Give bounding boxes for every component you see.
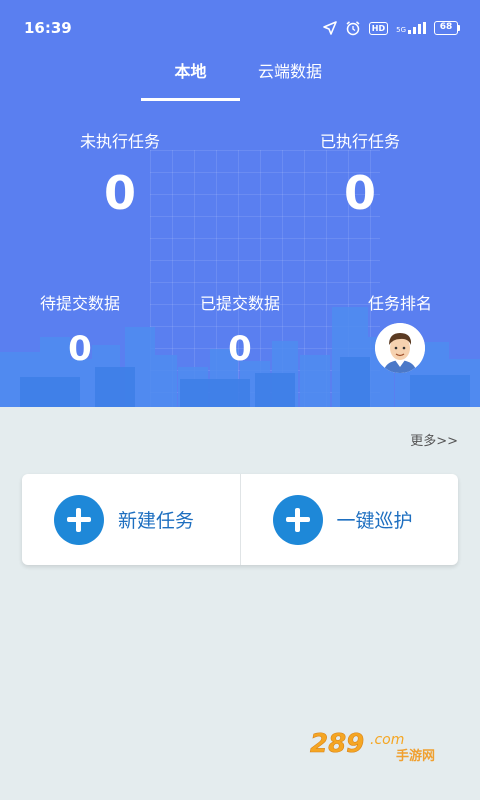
stat-task-ranking[interactable]: 任务排名	[345, 290, 455, 314]
stat-label: 未执行任务	[79, 132, 160, 151]
stat-label: 已执行任务	[319, 132, 400, 151]
battery-icon: 68	[434, 21, 460, 35]
status-icons: HD 5G 68	[322, 20, 460, 36]
network-type-label: 5G	[396, 26, 406, 34]
avatar[interactable]	[375, 323, 425, 373]
user-avatar-icon	[375, 323, 425, 373]
tab-bar: 本地 云端数据	[0, 56, 480, 101]
stat-label: 待提交数据	[39, 294, 120, 313]
battery-level: 68	[434, 21, 458, 35]
stat-value: 0	[343, 166, 376, 220]
stat-value: 0	[68, 329, 92, 369]
more-link[interactable]: 更多>>	[410, 430, 458, 449]
battery-tip	[458, 25, 460, 31]
stat-submitted-data[interactable]: 已提交数据 0	[180, 290, 300, 370]
plus-icon	[272, 494, 323, 545]
new-task-button[interactable]: 新建任务	[22, 474, 240, 565]
stat-pending-data[interactable]: 待提交数据 0	[20, 290, 140, 370]
action-label: 一键巡护	[336, 510, 413, 532]
svg-text:手游网: 手游网	[396, 748, 435, 764]
hd-icon: HD	[368, 21, 389, 35]
tab-cloud-data[interactable]: 云端数据	[240, 56, 340, 101]
action-label: 新建任务	[118, 510, 195, 532]
tab-local[interactable]: 本地	[141, 56, 240, 101]
signal-icon: 5G	[396, 22, 426, 34]
stat-value: 0	[103, 166, 136, 220]
stat-executed-tasks[interactable]: 已执行任务 0	[300, 128, 420, 220]
stat-value: 0	[228, 329, 252, 369]
status-time: 16:39	[24, 19, 72, 37]
signal-bars	[408, 22, 426, 34]
status-bar: 16:39 HD 5G 68	[0, 0, 480, 56]
svg-text:.com: .com	[370, 732, 404, 748]
plus-icon	[54, 494, 104, 545]
one-click-patrol-button[interactable]: 一键巡护	[239, 474, 459, 565]
site-watermark-logo: 289 .com 手游网	[310, 729, 435, 764]
stat-unexecuted-tasks[interactable]: 未执行任务 0	[60, 128, 180, 220]
svg-text:289: 289	[310, 729, 364, 759]
stat-label: 已提交数据	[199, 294, 280, 313]
stat-label: 任务排名	[367, 294, 432, 313]
quick-actions-card: 新建任务 一键巡护	[22, 474, 458, 565]
location-icon	[322, 21, 337, 35]
alarm-icon	[346, 21, 360, 36]
